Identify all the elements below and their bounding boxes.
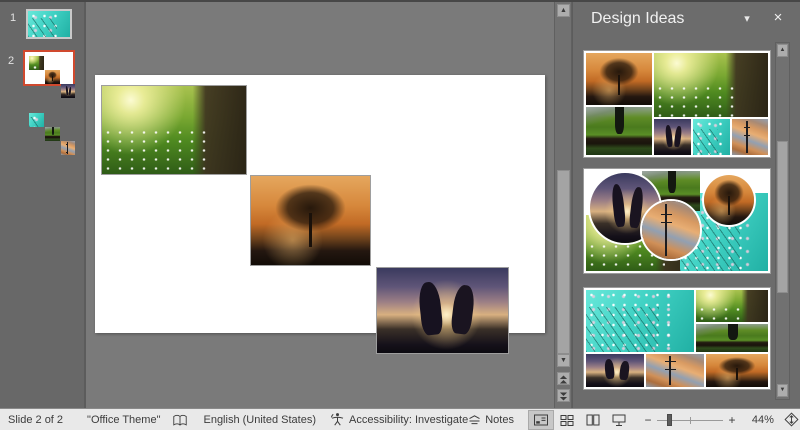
slide-thumbnail-panel: 1 2 [0,2,86,408]
notes-toggle[interactable]: Notes [468,409,514,430]
panel-close-icon[interactable]: × [767,7,789,29]
design1-tile-fence [586,107,652,155]
panel-scrollbar-thumb[interactable] [777,141,788,293]
thumbnail-2-tile-tree [45,70,60,84]
notes-label: Notes [485,413,514,426]
thumbnail-2-tile-fence [45,127,60,141]
design-ideas-panel: Design Ideas ▾ × ▲ ▼ [572,2,800,408]
zoom-in-button[interactable]: + [726,413,738,427]
design-idea-card-2[interactable] [583,168,771,274]
slide-editor-area [88,2,554,408]
slide-canvas[interactable] [95,75,545,354]
thumbnail-2-tile-people [61,84,75,98]
reading-view-button[interactable] [580,410,606,430]
design-idea-card-3[interactable] [583,287,771,390]
panel-options-caret-icon[interactable]: ▾ [737,10,757,28]
design1-tile-people [654,119,691,155]
design3-tile-dandelion [586,290,694,352]
design3-tile-fence [696,324,768,352]
design1-tile-meadow [654,53,768,117]
photo-friends-sunset[interactable] [376,267,509,354]
next-slide-button[interactable] [557,389,570,402]
editor-scrollbar: ▲ ▼ [554,2,572,408]
scroll-down-button[interactable]: ▼ [557,354,570,367]
thumbnail-2-tile-meadow [29,56,44,70]
photo-sunset-tree[interactable] [250,175,371,266]
zoom-slider-handle[interactable] [666,413,672,426]
zoom-controls: − + 44% [642,412,800,427]
design3-tile-people [586,354,644,387]
previous-slide-button[interactable] [557,372,570,385]
zoom-out-button[interactable]: − [642,413,654,427]
design3-tile-pole [646,354,704,387]
powerpoint-window: 1 2 ▲ ▼ Design Ideas ▾ × ▲ ▼ Slide 2 of … [0,0,800,430]
zoom-percentage[interactable]: 44% [746,414,774,426]
design3-tile-meadow [696,290,768,322]
fit-slide-to-window-button[interactable] [784,412,799,427]
panel-scroll-down-button[interactable]: ▼ [777,384,788,397]
zoom-slider[interactable] [656,413,723,426]
design-idea-card-1[interactable] [583,50,771,158]
slide-thumbnail-2-selected[interactable] [23,50,75,155]
slide-number-1: 1 [10,12,17,24]
accessibility-status[interactable]: Accessibility: Investigate [330,409,468,430]
thumbnail-1-image [28,11,70,37]
slide-indicator[interactable]: Slide 2 of 2 [8,409,63,430]
design-ideas-title: Design Ideas [591,10,685,27]
design2-circle-tree [702,173,756,227]
panel-scroll-up-button[interactable]: ▲ [777,44,788,57]
theme-name[interactable]: "Office Theme" [87,409,160,430]
slide-number-2: 2 [8,55,15,67]
status-bar: Slide 2 of 2 "Office Theme" English (Uni… [0,408,800,430]
zoom-slider-midtick [689,416,691,424]
design3-tile-tree [706,354,768,387]
scroll-up-button[interactable]: ▲ [557,4,570,17]
slide-sorter-view-button[interactable] [554,410,580,430]
photo-meadow[interactable] [101,85,247,175]
design2-circle-pole [640,199,702,261]
normal-view-button[interactable] [527,409,554,430]
slide-show-button[interactable] [606,410,632,430]
scrollbar-thumb[interactable] [557,170,570,354]
design1-tile-dandelion [693,119,730,155]
language-indicator[interactable]: English (United States) [203,409,316,430]
spell-check-icon[interactable] [172,409,192,430]
design1-tile-pole [732,119,768,155]
accessibility-label: Accessibility: Investigate [348,413,469,426]
thumbnail-2-tile-pole [61,141,75,155]
design-panel-scrollbar: ▲ ▼ [775,42,790,400]
slide-thumbnail-1[interactable] [26,9,72,39]
thumbnail-2-tile-dandelion [29,113,44,127]
status-right-group: Notes − + 44% [468,409,800,430]
design1-tile-tree [586,53,652,105]
